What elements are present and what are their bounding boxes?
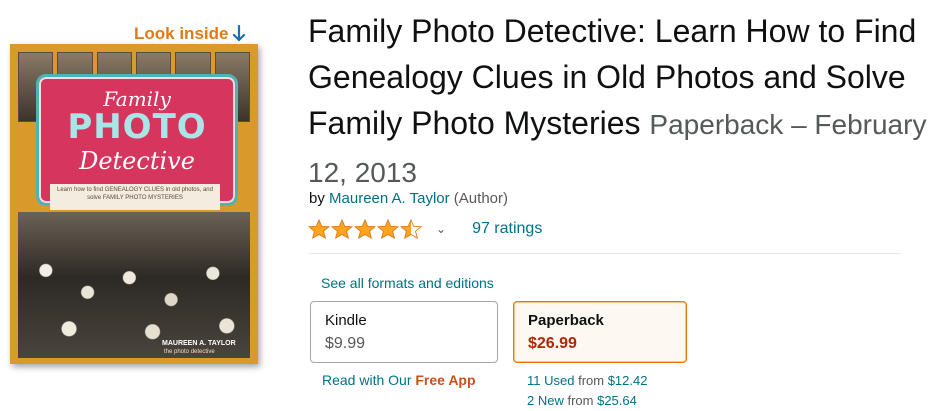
- format-name: Paperback: [528, 312, 604, 329]
- star-full-icon: [354, 219, 376, 239]
- product-title: Family Photo Detective: Learn How to Fin…: [308, 8, 928, 196]
- star-rating-icon[interactable]: [308, 219, 422, 239]
- new-offer-link[interactable]: 2 New from $25.64: [527, 391, 647, 411]
- book-cover-image[interactable]: Family PHOTO Detective Learn how to find…: [10, 44, 258, 364]
- used-new-offers: 11 Used from $12.42 2 New from $25.64: [527, 371, 647, 411]
- kindle-note-prefix: Read with Our: [322, 372, 416, 388]
- cover-title-detective: Detective: [79, 147, 195, 175]
- new-from: from: [563, 393, 598, 408]
- look-inside-link[interactable]: Look inside: [134, 22, 246, 46]
- format-swatch-kindle[interactable]: Kindle $9.99: [310, 301, 498, 363]
- star-half-icon: [400, 219, 422, 239]
- new-price: $25.64: [597, 393, 637, 408]
- divider: [309, 253, 901, 254]
- arrow-down-icon: [232, 25, 246, 43]
- cover-imprint: the photo detective: [164, 349, 215, 355]
- star-full-icon: [377, 219, 399, 239]
- cover-author: MAUREEN A. TAYLOR: [162, 340, 236, 347]
- ratings-count-link[interactable]: 97 ratings: [472, 220, 542, 238]
- kindle-note-bold: Free App: [415, 372, 476, 388]
- used-price: $12.42: [607, 373, 648, 388]
- format-price: $26.99: [528, 335, 577, 352]
- kindle-free-app-link[interactable]: Read with Our Free App: [322, 372, 476, 388]
- cover-group-photo: [18, 212, 250, 358]
- author-link[interactable]: Maureen A. Taylor: [329, 190, 450, 207]
- new-count: 2 New: [527, 393, 564, 408]
- chevron-down-icon[interactable]: ⌄: [436, 222, 446, 236]
- format-swatch-paperback[interactable]: Paperback $26.99: [513, 301, 687, 363]
- byline: by Maureen A. Taylor (Author): [309, 190, 508, 207]
- author-role: (Author): [449, 190, 508, 207]
- cover-tagline: Learn how to find GENEALOGY CLUES in old…: [50, 184, 220, 210]
- used-from: from: [574, 373, 608, 388]
- see-all-formats-link[interactable]: See all formats and editions: [321, 275, 494, 291]
- byline-prefix: by: [309, 190, 330, 207]
- star-full-icon: [308, 219, 330, 239]
- used-offer-link[interactable]: 11 Used from $12.42: [527, 371, 647, 391]
- cover-title-photo: PHOTO: [67, 107, 207, 147]
- format-price: $9.99: [325, 335, 366, 352]
- used-count: 11 Used: [527, 373, 575, 388]
- star-full-icon: [331, 219, 353, 239]
- rating-row: ⌄ 97 ratings: [308, 217, 542, 241]
- look-inside-label: Look inside: [134, 24, 229, 43]
- format-name: Kindle: [325, 312, 367, 329]
